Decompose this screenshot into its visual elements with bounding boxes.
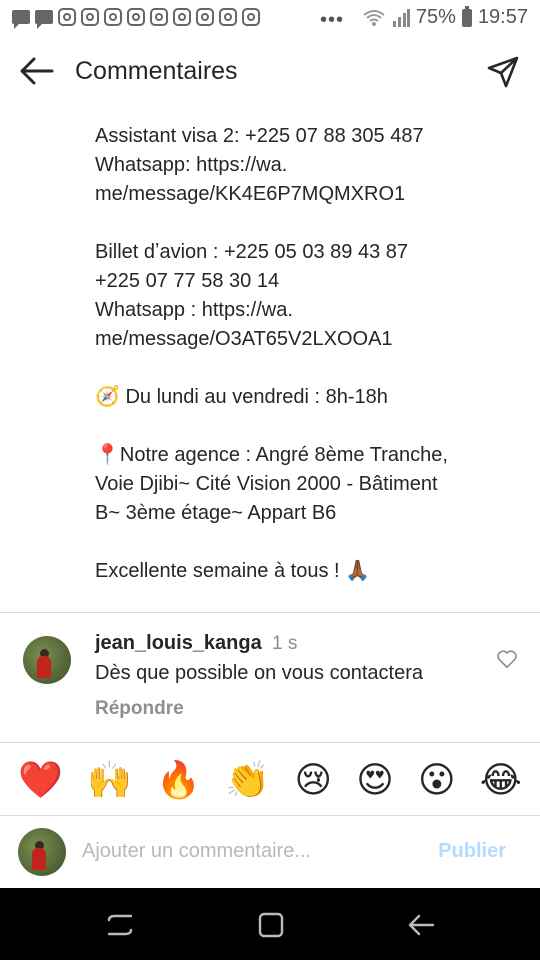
emoji-reaction-bar: ❤️ 🙌 🔥 👏 😢 😍 😮 😂 xyxy=(0,744,540,816)
caption-line: 📍Notre agence : Angré 8ème Tranche, xyxy=(95,444,448,466)
caption-line[interactable]: Whatsapp : https://wa. xyxy=(95,296,515,325)
caption-line: 🧭 Du lundi au vendredi : 8h-18h xyxy=(95,386,388,408)
signal-icon xyxy=(392,8,410,27)
emoji-button-surprised[interactable]: 😮 xyxy=(418,762,456,798)
publish-button[interactable]: Publier xyxy=(438,840,506,863)
system-nav-bar xyxy=(0,888,540,960)
instagram-icon xyxy=(242,8,260,26)
comment-input[interactable] xyxy=(82,840,422,863)
add-comment-bar: Publier xyxy=(0,816,540,888)
comment-username[interactable]: jean_louis_kanga xyxy=(95,632,262,655)
instagram-icon xyxy=(219,8,237,26)
instagram-icon xyxy=(196,8,214,26)
avatar[interactable] xyxy=(23,636,71,684)
current-user-avatar xyxy=(18,828,66,876)
more-notifications-icon: ••• xyxy=(320,9,345,31)
battery-percent: 75% xyxy=(415,6,456,28)
instagram-icon xyxy=(81,8,99,26)
emoji-button-clap[interactable]: 👏 xyxy=(225,762,270,798)
caption-line: Assistant visa 2: +225 07 88 305 487 xyxy=(95,125,424,147)
post-caption: Assistant visa 2: +225 07 88 305 487 Wha… xyxy=(95,122,515,586)
divider xyxy=(0,612,540,613)
comment-timestamp: 1 s xyxy=(272,633,298,654)
emoji-button-laughing[interactable]: 😂 xyxy=(480,762,522,798)
instagram-icon xyxy=(150,8,168,26)
caption-line: Billet dʼavion : +225 05 03 89 43 87 xyxy=(95,241,409,263)
instagram-icon xyxy=(173,8,191,26)
caption-line: Voie Djibi~ Cité Vision 2000 - Bâtiment xyxy=(95,473,438,495)
comment-item: jean_louis_kanga 1 s Dès que possible on… xyxy=(0,614,540,742)
comment-text: Dès que possible on vous contactera xyxy=(95,662,423,684)
caption-line: +225 07 77 58 30 14 xyxy=(95,270,280,292)
home-icon[interactable] xyxy=(256,910,286,940)
like-heart-icon[interactable] xyxy=(496,648,518,670)
caption-line[interactable]: me/message/O3AT65V2LXOOA1 xyxy=(95,325,515,354)
send-icon[interactable] xyxy=(486,55,520,89)
emoji-button-raised-hands[interactable]: 🙌 xyxy=(87,762,132,798)
reply-button[interactable]: Répondre xyxy=(95,698,184,720)
instagram-icon xyxy=(58,8,76,26)
caption-line[interactable]: me/message/KK4E6P7MQMXRO1 xyxy=(95,180,515,209)
battery-icon xyxy=(461,5,472,27)
message-icon xyxy=(12,10,30,29)
recent-apps-icon[interactable] xyxy=(105,910,135,940)
caption-line: B~ 3ème étage~ Appart B6 xyxy=(95,502,337,524)
emoji-button-crying[interactable]: 😢 xyxy=(294,762,332,798)
emoji-button-heart-eyes[interactable]: 😍 xyxy=(356,762,394,798)
notification-icons xyxy=(12,8,260,29)
instagram-icon xyxy=(127,8,145,26)
back-arrow-icon[interactable] xyxy=(18,56,54,86)
emoji-button-heart[interactable]: ❤️ xyxy=(18,762,63,798)
status-bar: ••• 75% 19:57 xyxy=(0,0,540,38)
header: Commentaires xyxy=(0,38,540,106)
emoji-button-fire[interactable]: 🔥 xyxy=(156,762,201,798)
divider xyxy=(0,742,540,743)
instagram-icon xyxy=(104,8,122,26)
wifi-icon xyxy=(363,9,385,26)
message-icon xyxy=(35,10,53,29)
back-nav-icon[interactable] xyxy=(406,910,436,940)
clock: 19:57 xyxy=(477,6,528,28)
caption-line: Excellente semaine à tous ! 🙏🏾 xyxy=(95,560,371,582)
page-title: Commentaires xyxy=(75,57,238,85)
caption-line[interactable]: Whatsapp: https://wa. xyxy=(95,151,515,180)
